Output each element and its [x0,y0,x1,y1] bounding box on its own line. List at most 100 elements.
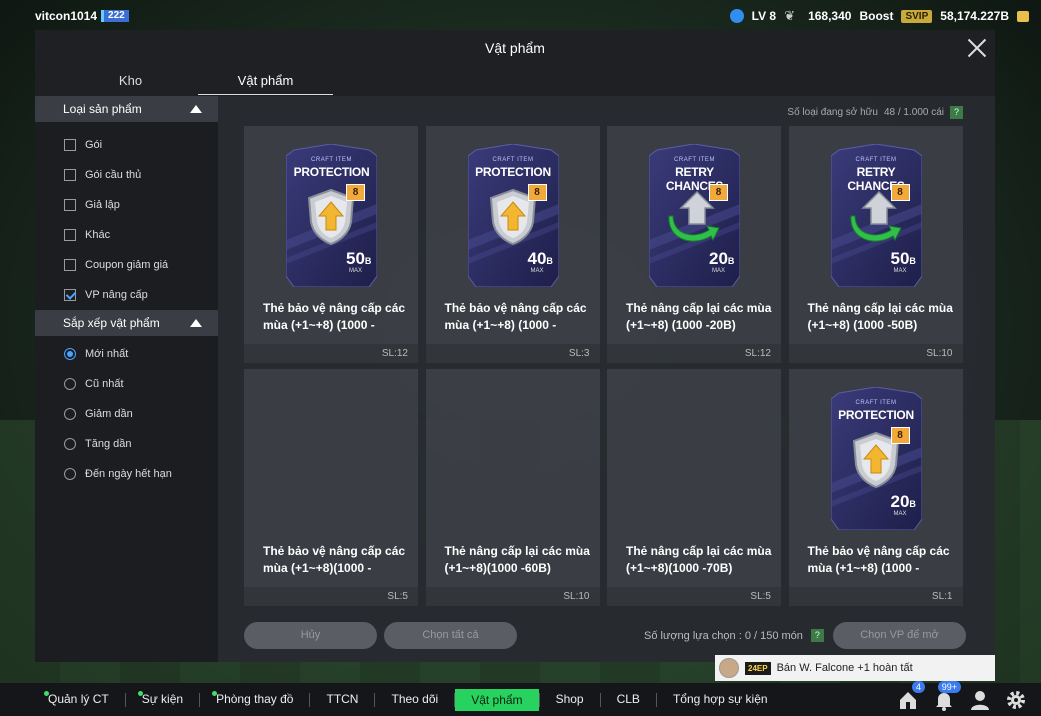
item-card[interactable]: CRAFT ITEM RETRY CHANCES 8 50B MAX Thẻ n… [788,126,963,363]
card-kicker: CRAFT ITEM [855,157,897,163]
item-card-art: CRAFT ITEM PROTECTION 8 50B MAX [286,144,377,287]
item-name: Thẻ bảo vệ nâng cấp các mùa (+1~+8) (100… [445,300,595,334]
item-name: Thẻ nâng cấp lại các mùa (+1~+8) (1000 -… [808,300,958,334]
tab-vat-pham[interactable]: Vật phẩm [198,66,333,95]
level-badge: 8 [709,184,728,201]
nav-item-label: Theo dõi [391,692,439,706]
nav-item-label: Phòng thay đồ [216,692,294,706]
option-label: Mới nhất [85,348,129,360]
option-label: Khác [85,229,111,241]
collapse-triangle-icon [190,105,202,113]
home-badge: 4 [911,680,925,693]
sort-option[interactable]: Tăng dần [35,429,218,459]
nav-item-label: Sự kiện [141,692,184,706]
sort-option[interactable]: Giảm dần [35,399,218,429]
home-icon[interactable]: 4 [897,680,925,711]
item-card[interactable]: Thẻ nâng cấp lại các mùa (+1~+8)(1000 -7… [607,369,781,606]
select-to-open-button[interactable]: Chọn VP để mở [833,622,966,649]
nav-item[interactable]: Tổng hợp sự kiện [657,683,784,716]
card-value-number: 40 [527,249,547,268]
checkbox[interactable] [64,289,76,301]
radio-button[interactable] [64,468,76,480]
nav-item-label: TTCN [326,692,359,706]
select-all-button[interactable]: Chọn tất cả [384,622,517,649]
sort-header[interactable]: Sắp xếp vật phẩm [35,310,218,336]
modal-header: Vật phẩm [35,30,995,66]
level-badge: 8 [527,184,547,201]
bell-icon[interactable]: 99+ [933,680,961,711]
gear-icon[interactable] [1005,689,1027,711]
product-type-option[interactable]: Khác [35,220,218,250]
nav-item-label: Tổng hợp sự kiện [672,692,768,706]
radio-button[interactable] [64,408,76,420]
checkbox[interactable] [64,139,76,151]
tab-kho[interactable]: Kho [63,66,198,95]
card-kicker: CRAFT ITEM [855,400,897,406]
item-card[interactable]: Thẻ bảo vệ nâng cấp các mùa (+1~+8)(1000… [244,369,418,606]
boost-label[interactable]: Boost [859,9,893,23]
nav-item[interactable]: Phòng thay đồ [200,683,309,716]
level-icon [729,9,744,23]
user-level-badge: 222 [101,10,129,22]
item-name-line: Thẻ nâng cấp lại các mùa [626,301,772,315]
cancel-button[interactable]: Hủy [244,622,377,649]
action-bar: Hủy Chọn tất cả Số lượng lựa chọn : 0 / … [244,622,966,650]
selection-count-text: Số lượng lựa chọn : 0 / 150 món [644,629,803,642]
product-type-option[interactable]: Gói [35,130,218,160]
card-banner: PROTECTION [475,165,551,179]
product-type-option[interactable]: VP nâng cấp [35,280,218,310]
card-kicker: CRAFT ITEM [492,157,534,163]
nav-item-label: CLB [616,692,640,706]
nav-item[interactable]: Sự kiện [126,683,199,716]
filter-sidebar: Loại sản phẩm Gói Gói cầu thủ Giả lập Kh… [35,96,218,662]
item-name: Thẻ bảo vệ nâng cấp các mùa (+1~+8) (100… [263,300,413,334]
radio-button[interactable] [64,438,76,450]
product-type-header[interactable]: Loại sản phẩm [35,96,218,122]
level-text: LV 8 [751,9,777,23]
item-card[interactable]: CRAFT ITEM RETRY CHANCES 8 20B MAX Thẻ n… [607,126,781,363]
card-value-unit: B [909,256,916,266]
nav-item[interactable]: Quản lý CT [32,683,125,716]
radio-button[interactable] [64,378,76,390]
notification-toast[interactable]: 24EP Bán W. Falcone +1 hoàn tất [715,655,995,681]
checkbox[interactable] [64,169,76,181]
profile-icon[interactable] [969,689,991,711]
product-type-option[interactable]: Coupon giảm giá [35,250,218,280]
checkbox[interactable] [64,199,76,211]
item-card[interactable]: CRAFT ITEM PROTECTION 8 50B MAX Thẻ bảo … [244,126,418,363]
card-banner: PROTECTION [838,408,914,422]
bell-badge: 99+ [937,680,961,693]
checkbox[interactable] [64,259,76,271]
notification-text: Bán W. Falcone +1 hoàn tất [776,662,913,674]
help-icon[interactable]: ? [810,629,824,642]
radio-button[interactable] [64,348,76,360]
item-name-line: Thẻ bảo vệ nâng cấp các [263,301,406,315]
product-type-option[interactable]: Gói cầu thủ [35,160,218,190]
help-icon[interactable]: ? [950,106,963,119]
item-name: Thẻ nâng cấp lại các mùa (+1~+8)(1000 -7… [626,543,776,577]
product-type-option[interactable]: Giả lập [35,190,218,220]
card-value-number: 20 [709,249,728,268]
nav-item[interactable]: Vật phẩm [455,688,539,711]
checkbox[interactable] [64,229,76,241]
item-card[interactable]: CRAFT ITEM PROTECTION 8 40B MAX Thẻ bảo … [425,126,600,363]
nav-item[interactable]: Shop [540,683,600,716]
item-card[interactable]: Thẻ nâng cấp lại các mùa (+1~+8)(1000 -6… [425,369,600,606]
nav-item[interactable]: CLB [601,683,656,716]
coin-icon [1017,10,1029,22]
item-name-line: Thẻ nâng cấp lại các mùa [444,544,590,558]
card-value: 20B [891,492,916,512]
close-icon[interactable] [965,36,989,60]
nav-item[interactable]: TTCN [310,683,374,716]
sort-option[interactable]: Đến ngày hết hạn [35,459,218,489]
card-value-unit: B [546,256,553,266]
item-quantity: SL:10 [425,587,600,606]
nav-item[interactable]: Theo dõi [375,683,454,716]
item-name-line: mùa (+1~+8)(1000 - [263,561,372,575]
top-status-bar: vitcon1014 222 LV 8 ❦ 168,340 Boost SVIP… [0,0,1041,32]
sort-option[interactable]: Cũ nhất [35,369,218,399]
item-card-art: CRAFT ITEM RETRY CHANCES 8 50B MAX [830,144,922,287]
item-card[interactable]: CRAFT ITEM PROTECTION 8 20B MAX Thẻ bảo … [788,369,963,606]
sort-option[interactable]: Mới nhất [35,339,218,369]
svip-badge[interactable]: SVIP [901,9,933,23]
